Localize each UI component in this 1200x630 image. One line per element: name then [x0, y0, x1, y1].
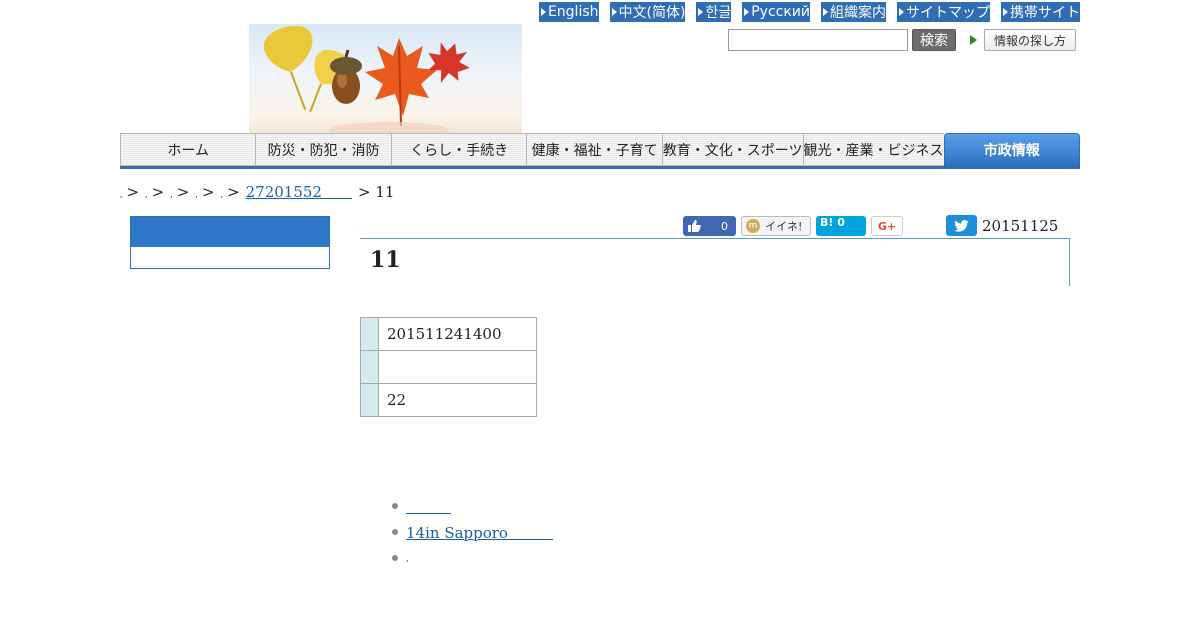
mobile-site-link[interactable]: 携帯サイト [1001, 2, 1080, 22]
info-guide-label: 情報の探し方 [984, 29, 1077, 51]
table-cell-datetime: 201511241400 [378, 317, 537, 351]
side-menu-header [131, 217, 329, 247]
table-row: 201511241400 [360, 317, 537, 351]
twitter-share-button[interactable] [946, 215, 977, 236]
info-table: 201511241400 22 [360, 317, 537, 417]
arrow-right-icon [698, 8, 704, 16]
facebook-like-count: 0 [721, 219, 728, 233]
search-input[interactable] [728, 29, 908, 51]
toplink-label: Русский [751, 4, 810, 20]
toplink-label: 組織案内 [830, 5, 886, 21]
organization-link[interactable]: 組織案内 [821, 2, 886, 22]
table-cell-count: 22 [378, 383, 537, 417]
article-header: 11 [360, 238, 1070, 286]
twitter-bird-icon [954, 219, 969, 232]
breadcrumb-comma[interactable]: , [145, 190, 148, 199]
breadcrumb-comma[interactable]: , [170, 190, 173, 199]
nav-health-welfare[interactable]: 健康・福祉・子育て [526, 133, 662, 166]
hatena-label: B! 0 [820, 216, 845, 229]
info-guide-link[interactable]: 情報の探し方 [970, 29, 1077, 51]
language-chinese-link[interactable]: 中文(简体) [609, 2, 686, 22]
bullet-icon [392, 503, 398, 509]
toplink-label: 中文(简体) [618, 5, 686, 21]
nav-tourism-business[interactable]: 観光・産業・ビジネス [802, 133, 944, 166]
play-arrow-icon [970, 35, 977, 45]
publish-date: 20151125 [982, 217, 1059, 235]
related-links-list: 14in Sapporo , [392, 493, 553, 571]
related-link-sapporo[interactable]: 14in Sapporo [406, 522, 553, 543]
breadcrumb-separator: > [227, 183, 240, 201]
nav-city-administration[interactable]: 市政情報 [943, 133, 1080, 166]
arrow-right-icon [540, 8, 546, 16]
list-item: , [392, 545, 553, 571]
table-row-header [360, 383, 379, 417]
breadcrumb-separator: > [126, 183, 140, 201]
arrow-right-icon [899, 8, 904, 16]
toplink-label: 한글 [705, 5, 732, 21]
thumbs-up-icon [688, 220, 701, 232]
arrow-right-icon [1003, 8, 1008, 16]
list-item: 14in Sapporo [392, 519, 553, 545]
toplink-label: English [547, 4, 599, 20]
nav-disaster-prevention[interactable]: 防災・防犯・消防 [255, 133, 391, 166]
arrow-right-icon [611, 8, 617, 16]
google-plus-label: G+ [877, 219, 897, 233]
related-link[interactable] [406, 496, 451, 517]
list-item [392, 493, 553, 519]
side-menu-item[interactable] [131, 247, 329, 268]
top-utility-links: English 中文(简体) 한글 Русский 組織案内 サイトマップ 携帯… [538, 2, 1080, 22]
nav-home[interactable]: ホーム [120, 133, 256, 166]
toplink-label: サイトマップ [906, 5, 990, 21]
mixi-label: イイネ! [765, 220, 803, 233]
language-korean-link[interactable]: 한글 [696, 2, 732, 22]
global-navigation: ホーム 防災・防犯・消防 くらし・手続き 健康・福祉・子育て 教育・文化・スポー… [120, 133, 1080, 169]
nav-education-culture[interactable]: 教育・文化・スポーツ [661, 133, 803, 166]
breadcrumb-separator: > [201, 183, 215, 201]
google-plus-button[interactable]: G+ [871, 216, 903, 236]
language-english-link[interactable]: English [538, 2, 599, 22]
facebook-like-button[interactable]: 0 [683, 216, 736, 236]
breadcrumb-separator: > [151, 183, 165, 201]
bullet-icon [392, 529, 398, 535]
breadcrumb-separator: > [176, 183, 190, 201]
sitemap-link[interactable]: サイトマップ [897, 2, 990, 22]
table-row-header [360, 317, 379, 351]
site-banner-autumn-leaves [249, 24, 522, 133]
breadcrumb-comma[interactable]: , [221, 190, 224, 199]
toplink-label: 携帯サイト [1010, 5, 1080, 21]
language-russian-link[interactable]: Русский [742, 2, 810, 22]
related-item-comma[interactable]: , [406, 554, 409, 563]
arrow-right-icon [744, 8, 750, 16]
breadcrumb-comma[interactable]: , [120, 190, 123, 199]
mixi-logo-icon: m [746, 219, 760, 233]
search-button[interactable]: 検索 [912, 29, 956, 51]
site-search: 検索 情報の探し方 [728, 29, 1077, 51]
bullet-icon [392, 555, 398, 561]
social-share-buttons: 0 m イイネ! B! 0 G+ [683, 216, 903, 236]
autumn-leaves-illustration [264, 25, 470, 133]
table-row-header [360, 350, 379, 384]
side-menu [130, 216, 330, 269]
table-row [360, 350, 537, 384]
page-title: 11 [370, 247, 401, 273]
breadcrumb-current: > 11 [357, 183, 395, 201]
table-cell-empty [378, 350, 537, 384]
table-row: 22 [360, 383, 537, 417]
hatena-bookmark-button[interactable]: B! 0 [816, 216, 866, 236]
breadcrumb-link[interactable]: 27201552 [246, 181, 352, 202]
breadcrumb-comma[interactable]: , [195, 190, 198, 199]
arrow-right-icon [823, 8, 828, 16]
nav-living-procedures[interactable]: くらし・手続き [390, 133, 527, 166]
mixi-check-button[interactable]: m イイネ! [741, 216, 811, 236]
breadcrumb: , > , > , > , > , > 27201552 > 11 [120, 181, 394, 202]
